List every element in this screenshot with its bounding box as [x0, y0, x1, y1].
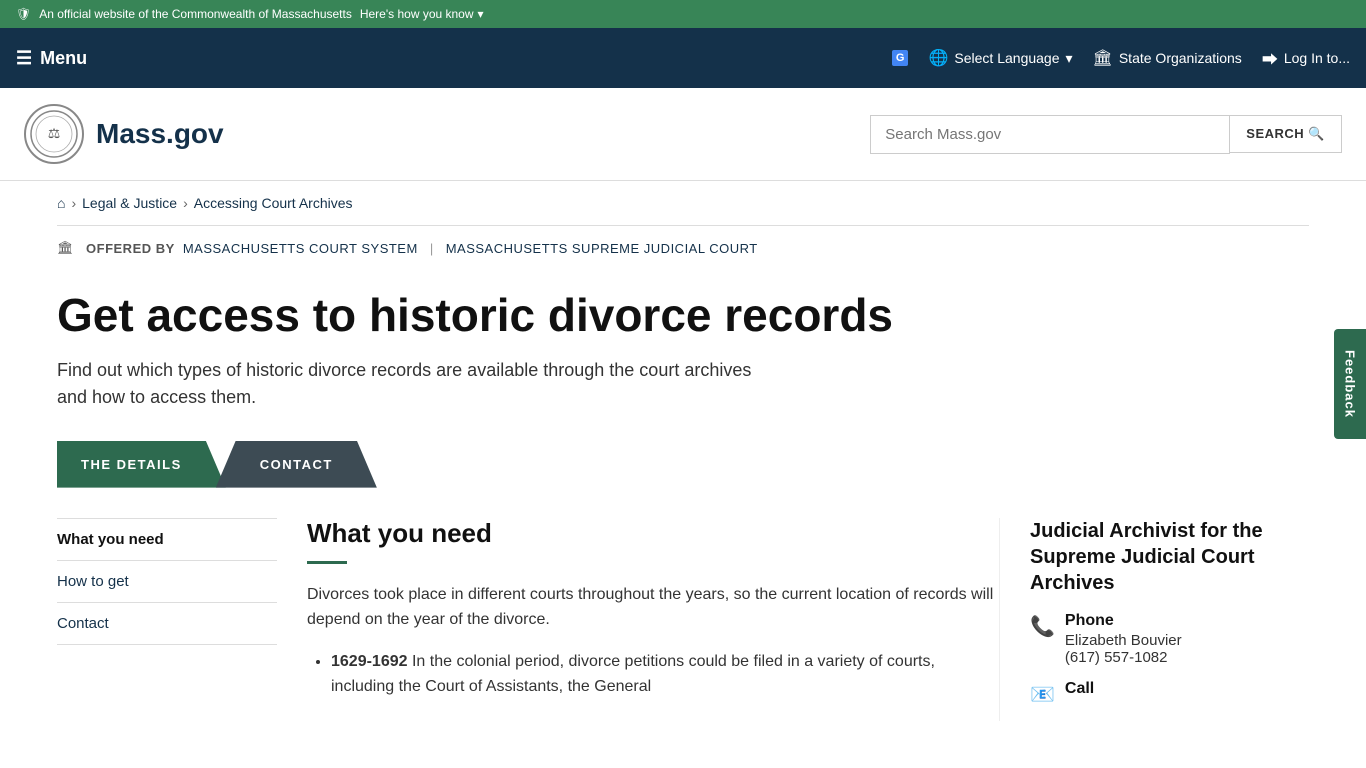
site-logo-text: Mass.gov	[96, 118, 224, 150]
section-title-underline	[307, 561, 347, 564]
phone-label: Phone	[1065, 612, 1182, 630]
state-organizations-label: State Organizations	[1119, 50, 1242, 66]
intro-paragraph: Divorces took place in different courts …	[307, 582, 999, 633]
tab-bar: THE DETAILS CONTACT	[57, 441, 1309, 488]
search-icon: 🔍	[1308, 126, 1325, 141]
google-translate-icon: G	[892, 50, 909, 66]
sidebar-item-how-to-get[interactable]: How to get	[57, 561, 277, 603]
main-text-content: What you need Divorces took place in dif…	[307, 518, 999, 721]
phone-number: (617) 557-1082	[1065, 649, 1182, 666]
select-language-link[interactable]: 🌐 Select Language ▾	[928, 48, 1072, 68]
page-title-section: Get access to historic divorce records F…	[57, 270, 1309, 441]
bullet-text: In the colonial period, divorce petition…	[331, 653, 935, 696]
left-panel: What you need How to get Contact What yo…	[57, 518, 999, 721]
svg-text:⚖: ⚖	[48, 125, 61, 141]
login-icon: ⮕	[1262, 46, 1278, 70]
chevron-down-icon: ▾	[478, 7, 484, 21]
feedback-sidebar: Feedback	[1334, 329, 1366, 439]
list-item: 1629-1692 In the colonial period, divorc…	[331, 649, 999, 700]
globe-icon: 🌐	[928, 48, 948, 68]
select-language-label: Select Language	[954, 50, 1059, 66]
court-system-link[interactable]: Massachusetts Court System	[183, 241, 418, 256]
mass-seal-icon: ⚖	[29, 109, 79, 159]
building-icon: 🏛	[1093, 48, 1113, 68]
logo-area: ⚖ Mass.gov	[24, 104, 224, 164]
breadcrumb: ⌂ › Legal & Justice › Accessing Court Ar…	[57, 181, 1309, 226]
breadcrumb-home-link[interactable]: ⌂	[57, 195, 65, 211]
content-layout: What you need How to get Contact What yo…	[57, 488, 1309, 721]
feedback-button[interactable]: Feedback	[1334, 329, 1366, 439]
tab-contact[interactable]: CONTACT	[216, 441, 377, 488]
top-banner: 🛡 An official website of the Commonwealt…	[0, 0, 1366, 28]
breadcrumb-legal-justice-link[interactable]: Legal & Justice	[82, 195, 177, 211]
chevron-down-icon: ▾	[1066, 50, 1073, 67]
log-in-label: Log In to...	[1284, 50, 1350, 66]
offered-by: 🏛 OFFERED BY Massachusetts Court System …	[57, 226, 1309, 270]
pipe-separator: |	[430, 241, 434, 256]
hamburger-icon: ☰	[16, 48, 32, 69]
call-label: Call	[1065, 680, 1094, 698]
site-header: ⚖ Mass.gov SEARCH 🔍	[0, 88, 1366, 181]
email-icon: 📧	[1030, 682, 1055, 707]
state-organizations-link[interactable]: 🏛 State Organizations	[1093, 48, 1242, 68]
menu-button[interactable]: ☰ Menu	[16, 48, 87, 69]
log-in-link[interactable]: ⮕ Log In to...	[1262, 46, 1350, 70]
shield-icon: 🛡	[16, 7, 31, 21]
page-subtitle: Find out which types of historic divorce…	[57, 357, 757, 411]
phone-person-name: Elizabeth Bouvier	[1065, 632, 1182, 649]
offered-by-label: OFFERED BY	[86, 241, 175, 256]
search-button[interactable]: SEARCH 🔍	[1230, 115, 1342, 153]
contact-panel-title: Judicial Archivist for the Supreme Judic…	[1030, 518, 1309, 596]
menu-label: Menu	[40, 48, 87, 69]
breadcrumb-separator-1: ›	[71, 195, 76, 211]
tab-details[interactable]: THE DETAILS	[57, 441, 226, 488]
breadcrumb-court-archives-link[interactable]: Accessing Court Archives	[194, 195, 353, 211]
records-list: 1629-1692 In the colonial period, divorc…	[307, 649, 999, 700]
sidebar-item-contact[interactable]: Contact	[57, 603, 277, 645]
page-title: Get access to historic divorce records	[57, 290, 1309, 341]
contact-right-panel: Judicial Archivist for the Supreme Judic…	[999, 518, 1309, 721]
nav-right: G 🌐 Select Language ▾ 🏛 State Organizati…	[892, 46, 1350, 70]
call-contact-item: 📧 Call	[1030, 680, 1309, 707]
section-title: What you need	[307, 518, 999, 549]
building-offered-icon: 🏛	[57, 240, 74, 256]
navigation-bar: ☰ Menu G 🌐 Select Language ▾ 🏛 State Org…	[0, 28, 1366, 88]
date-range: 1629-1692	[331, 653, 408, 670]
search-button-label: SEARCH	[1246, 126, 1304, 141]
phone-icon: 📞	[1030, 614, 1055, 639]
main-container: ⌂ › Legal & Justice › Accessing Court Ar…	[33, 181, 1333, 721]
search-area: SEARCH 🔍	[870, 115, 1342, 154]
phone-details: Phone Elizabeth Bouvier (617) 557-1082	[1065, 612, 1182, 666]
home-icon: ⌂	[57, 195, 65, 211]
search-input[interactable]	[870, 115, 1230, 154]
sidebar-item-what-you-need[interactable]: What you need	[57, 518, 277, 561]
breadcrumb-separator-2: ›	[183, 195, 188, 211]
phone-contact-item: 📞 Phone Elizabeth Bouvier (617) 557-1082	[1030, 612, 1309, 666]
sidebar: What you need How to get Contact	[57, 518, 277, 721]
logo-emblem: ⚖	[24, 104, 84, 164]
heres-how-you-know-link[interactable]: Here's how you know ▾	[360, 7, 484, 21]
official-text: An official website of the Commonwealth …	[39, 7, 352, 21]
supreme-judicial-court-link[interactable]: Massachusetts Supreme Judicial Court	[446, 241, 758, 256]
nav-left: ☰ Menu	[16, 48, 87, 69]
call-details: Call	[1065, 680, 1094, 698]
